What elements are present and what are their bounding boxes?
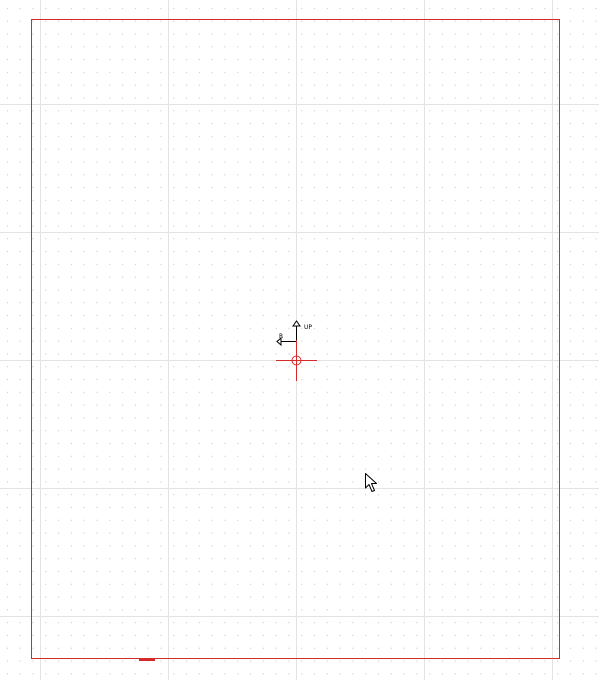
sheet-border-tick [139, 659, 155, 661]
ucs-x-label: R [279, 333, 283, 340]
drawing-canvas[interactable]: UP R [0, 0, 599, 680]
crosshair-origin-icon [276, 340, 317, 381]
mouse-pointer-icon [365, 473, 377, 492]
ucs-y-label: UP [304, 324, 312, 331]
